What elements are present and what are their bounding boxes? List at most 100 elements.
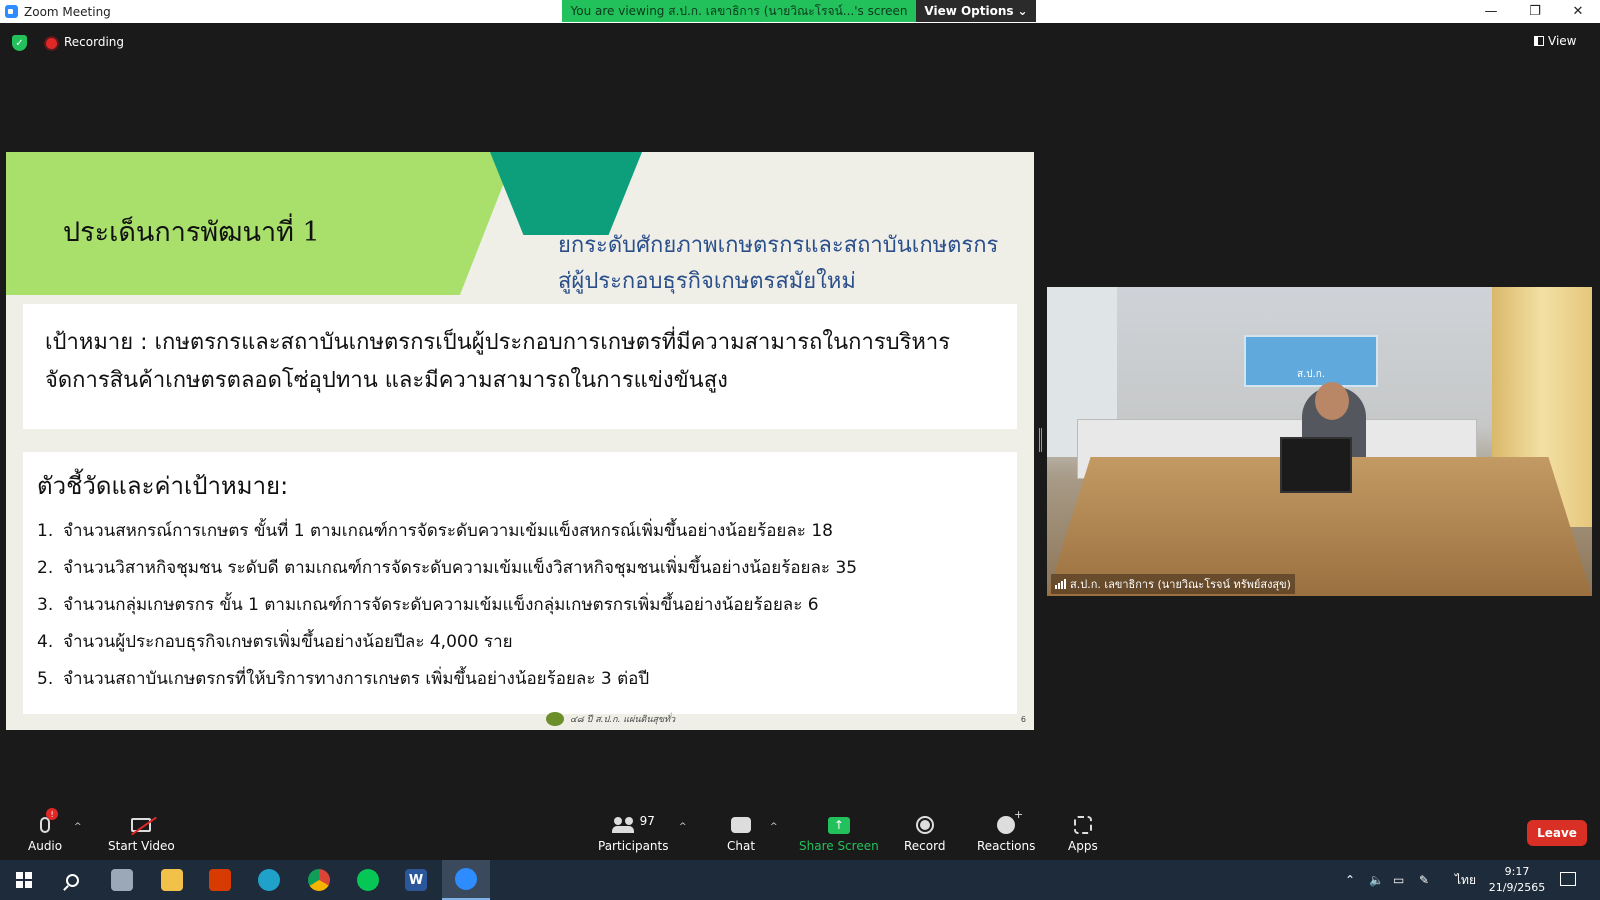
line-chat-icon [357,869,379,891]
kpi-item: 5. จำนวนสถาบันเกษตรกรที่ให้บริการทางการเก… [37,661,1003,698]
view-layout-button[interactable]: View [1534,34,1576,48]
minimize-button[interactable]: — [1469,0,1513,22]
share-screen-icon: ↑ [827,816,850,834]
close-button[interactable]: ✕ [1556,0,1600,22]
chrome-browser-icon [308,869,330,891]
leave-button[interactable]: Leave [1527,820,1587,846]
participants-options-caret-icon[interactable]: ^ [679,822,687,832]
slide-subtitle-line: ยกระดับศักยภาพเกษตรกรและสถาบันเกษตรกร [558,233,999,258]
share-screen-label: Share Screen [799,839,879,853]
chevron-down-icon: ⌄ [1017,4,1028,18]
participants-icon [611,817,634,833]
slide-subtitle: ยกระดับศักยภาพเกษตรกรและสถาบันเกษตรกร สู… [558,228,1018,300]
taskbar-app-office[interactable] [196,860,244,900]
kpi-number: 1. [37,521,54,541]
notification-center-icon[interactable] [1560,872,1576,886]
share-screen-button[interactable]: ↑ Share Screen [799,814,879,853]
chat-label: Chat [727,839,756,853]
input-language[interactable]: ไทย [1455,860,1476,900]
taskbar-search-button[interactable] [48,860,96,900]
clock-time: 9:17 [1504,865,1530,878]
start-video-label: Start Video [108,839,175,853]
kpi-number: 3. [37,595,54,615]
audio-alert-badge: ! [46,808,59,820]
start-button[interactable] [0,860,48,900]
signal-strength-icon [1055,579,1066,589]
audio-button[interactable]: ! Audio [28,808,63,853]
video-wall-banner-text: ส.ป.ก. [1296,369,1326,380]
shared-screen-slide: ประเด็นการพัฒนาที่ 1 ยกระดับศักยภาพเกษตร… [6,152,1034,730]
windows-logo-icon [16,872,32,888]
participant-count: 97 [639,814,655,828]
kpi-text: จำนวนสถาบันเกษตรกรที่ให้บริการทางการเกษต… [63,669,650,689]
record-button[interactable]: Record [904,814,945,853]
gallery-view-icon [1534,36,1544,46]
kpi-item: 3. จำนวนกลุ่มเกษตรกร ขั้น 1 ตามเกณฑ์การจั… [37,587,1003,624]
volume-icon[interactable]: 🔈 [1369,860,1384,900]
network-icon[interactable]: ▭ [1393,860,1404,900]
participant-video[interactable]: ส.ป.ก. ส.ป.ก. เลขาธิการ (นายวิณะโรจน์ ทร… [1047,287,1592,596]
slide-footer: ๔๘ ปี ส.ป.ก. แผ่นดินสุขทั่ว [546,712,675,726]
chat-options-caret-icon[interactable]: ^ [770,822,778,832]
kpi-text: จำนวนกลุ่มเกษตรกร ขั้น 1 ตามเกณฑ์การจัดร… [63,595,819,615]
participant-name: ส.ป.ก. เลขาธิการ (นายวิณะโรจน์ ทรัพย์สงส… [1070,578,1291,591]
taskbar-app-line[interactable] [344,860,392,900]
goal-box: เป้าหมาย : เกษตรกรและสถาบันเกษตรกรเป็นผู… [23,304,1017,429]
reaction-emoji-icon [997,808,1023,834]
audio-options-caret-icon[interactable]: ^ [74,822,82,832]
word-icon: W [405,869,427,891]
video-monitor [1280,437,1352,493]
kpi-text: จำนวนผู้ประกอบธุรกิจเกษตรเพิ่มขึ้นอย่างน… [63,632,513,652]
taskbar-app-edge[interactable] [245,860,293,900]
recording-label: Recording [64,35,125,49]
windows-taskbar: W ⌃ 🔈 ▭ ✎ ไทย 9:17 21/9/2565 [0,860,1600,900]
taskbar-clock[interactable]: 9:17 21/9/2565 [1487,864,1547,896]
slide-title: ประเด็นการพัฒนาที่ 1 [63,217,320,248]
encryption-shield-icon[interactable]: ✓ [12,35,27,51]
office-icon [209,869,231,891]
video-person-head [1315,382,1349,420]
restore-button[interactable]: ❐ [1513,0,1557,22]
audio-label: Audio [28,839,63,853]
taskbar-app-zoom[interactable] [442,860,490,900]
kpi-text: จำนวนสหกรณ์การเกษตร ขั้นที่ 1 ตามเกณฑ์กา… [63,521,833,541]
taskbar-app-explorer-window[interactable] [98,860,146,900]
kpi-text: จำนวนวิสาหกิจชุมชน ระดับดี ตามเกณฑ์การจั… [63,558,858,578]
splitter-handle[interactable] [1039,428,1042,452]
kpi-number: 4. [37,632,54,652]
view-label: View [1548,34,1577,48]
window-title: Zoom Meeting [24,4,111,19]
record-label: Record [904,839,946,853]
alro-logo-icon [546,712,564,726]
meeting-toolbar: ! Audio ^ Start Video 97 Participants ^ … [0,806,1600,860]
goal-line: เป้าหมาย : เกษตรกรและสถาบันเกษตรกรเป็นผู… [45,330,951,355]
view-options-button[interactable]: View Options ⌄ [916,0,1036,22]
edge-browser-icon [258,869,280,891]
participants-button[interactable]: 97 Participants [598,814,669,853]
kpi-item: 4. จำนวนผู้ประกอบธุรกิจเกษตรเพิ่มขึ้นอย่า… [37,624,1003,661]
taskbar-app-chrome[interactable] [295,860,343,900]
tray-chevron-up-icon[interactable]: ⌃ [1345,860,1355,900]
chat-button[interactable]: Chat [727,814,755,853]
reactions-button[interactable]: Reactions [977,808,1036,853]
pen-icon[interactable]: ✎ [1419,860,1429,900]
kpi-item: 1. จำนวนสหกรณ์การเกษตร ขั้นที่ 1 ตามเกณฑ์… [37,513,1003,550]
goal-line: จัดการสินค้าเกษตรตลอดโซ่อุปทาน และมีความ… [45,368,728,393]
video-wall-banner: ส.ป.ก. [1244,335,1378,387]
kpi-item: 2. จำนวนวิสาหกิจชุมชน ระดับดี ตามเกณฑ์การ… [37,550,1003,587]
taskbar-app-file-explorer[interactable] [148,860,196,900]
search-icon [65,873,79,887]
folder-icon [161,869,183,891]
zoom-app-icon [5,5,18,18]
start-video-button[interactable]: Start Video [108,814,175,853]
apps-button[interactable]: Apps [1068,814,1098,853]
zoom-icon [455,868,477,890]
participants-label: Participants [598,839,669,853]
kpi-number: 2. [37,558,54,578]
taskbar-app-word[interactable]: W [392,860,440,900]
slide-page-number: 6 [1020,715,1026,724]
apps-label: Apps [1068,839,1098,853]
reactions-label: Reactions [977,839,1036,853]
video-camera-off-icon [131,818,152,832]
record-icon [915,816,934,834]
